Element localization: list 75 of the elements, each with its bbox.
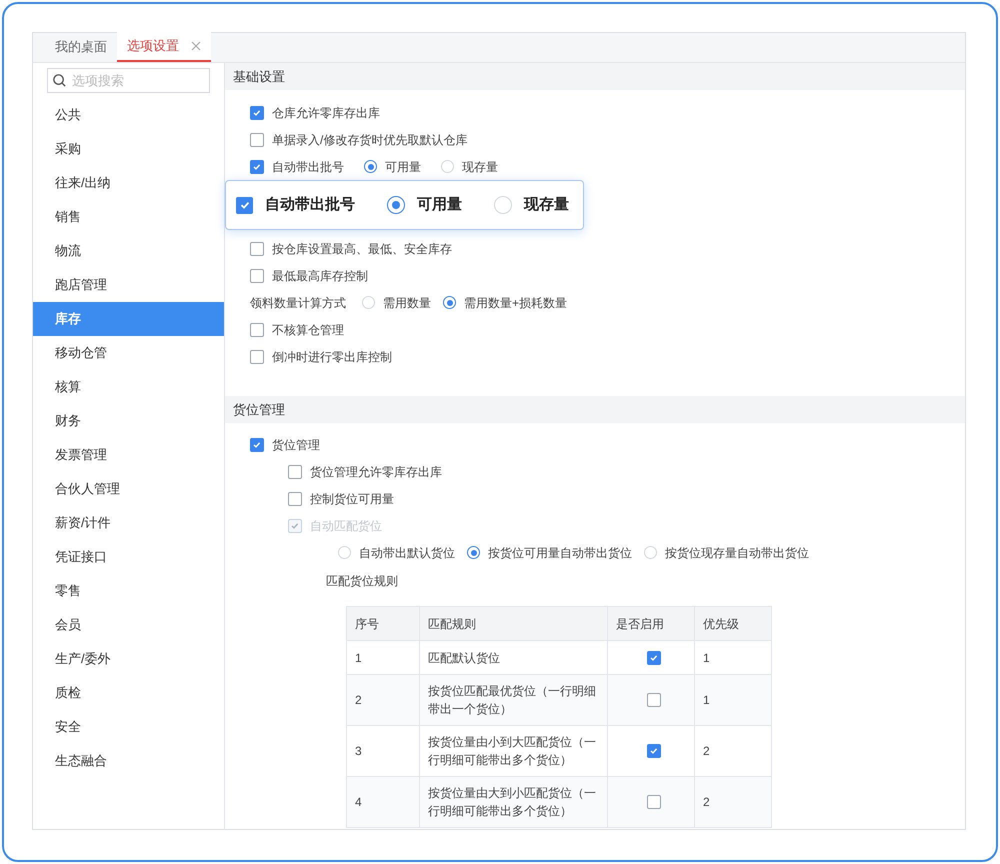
sidebar-item[interactable]: 物流 [33, 234, 224, 268]
sidebar-item[interactable]: 往来/出纳 [33, 166, 224, 200]
sidebar-item[interactable]: 生产/委外 [33, 642, 224, 676]
column-header: 匹配规则 [420, 606, 608, 640]
option-label: 自动带出默认货位 [359, 544, 455, 562]
checkbox[interactable] [250, 106, 264, 120]
section-header: 货位管理 [225, 396, 965, 423]
option-label: 按货位可用量自动带出货位 [488, 544, 632, 562]
option-label: 需用数量+损耗数量 [464, 294, 568, 312]
radio-button[interactable] [443, 296, 456, 309]
sidebar-item[interactable]: 薪资/计件 [33, 506, 224, 540]
checkbox[interactable] [288, 464, 302, 478]
option-label: 倒冲时进行零出库控制 [272, 348, 392, 366]
search-icon [52, 73, 67, 88]
check-icon [252, 162, 262, 172]
check-icon [252, 108, 262, 118]
sidebar-item[interactable]: 核算 [33, 370, 224, 404]
option-label: 按货位现存量自动带出货位 [665, 544, 809, 562]
option-label: 最低最高库存控制 [272, 268, 368, 284]
sidebar-item[interactable]: 安全 [33, 710, 224, 744]
option-label: 按仓库设置最高、最低、安全库存 [272, 240, 452, 258]
check-icon [238, 199, 250, 211]
option-label: 领料数量计算方式 [250, 294, 346, 312]
tab[interactable]: 我的桌面 [45, 32, 117, 62]
option-label: 不核算仓管理 [272, 322, 344, 338]
option-label: 控制货位可用量 [310, 490, 394, 508]
sidebar-item[interactable]: 采购 [33, 132, 224, 166]
option-label: 自动带出批号 [272, 158, 344, 176]
tab[interactable]: 选项设置 [117, 32, 211, 62]
sidebar-item[interactable]: 公共 [33, 98, 224, 132]
radio-button[interactable] [387, 196, 405, 214]
option-label: 现存量 [462, 158, 498, 176]
sidebar-item[interactable]: 零售 [33, 574, 224, 608]
checkbox[interactable] [250, 132, 264, 146]
table-cell: 按货位量由大到小匹配货位（一行明细可能带出多个货位） [420, 776, 608, 828]
sidebar-item[interactable]: 会员 [33, 608, 224, 642]
checkbox[interactable] [250, 242, 264, 256]
option-label: 现存量 [524, 194, 569, 215]
option-label: 需用数量 [383, 294, 431, 312]
option-label: 可用量 [385, 158, 421, 176]
option-label: 单据录入/修改存货时优先取默认仓库 [272, 132, 468, 148]
close-icon[interactable] [191, 41, 201, 51]
check-icon [252, 440, 262, 450]
option-label: 自动匹配货位 [310, 518, 382, 534]
check-icon [649, 746, 659, 756]
section-header: 基础设置 [225, 63, 965, 90]
check-icon [290, 520, 300, 530]
check-icon [649, 652, 659, 662]
sidebar-item[interactable]: 合伙人管理 [33, 472, 224, 506]
option-label: 仓库允许零库存出库 [272, 104, 380, 122]
sidebar-item[interactable]: 发票管理 [33, 438, 224, 472]
checkbox[interactable] [250, 160, 264, 174]
column-header: 序号 [346, 606, 420, 640]
sidebar-item[interactable]: 凭证接口 [33, 540, 224, 574]
radio-button[interactable] [364, 160, 377, 173]
checkbox[interactable] [288, 492, 302, 506]
checkbox[interactable] [250, 350, 264, 364]
sidebar-item[interactable]: 移动仓管 [33, 336, 224, 370]
checkbox[interactable] [250, 322, 264, 336]
checkbox[interactable] [236, 196, 253, 214]
sidebar-item[interactable]: 销售 [33, 200, 224, 234]
option-label: 自动带出批号 [265, 194, 355, 215]
rule-heading: 匹配货位规则 [326, 573, 398, 590]
checkbox[interactable] [250, 438, 264, 452]
option-label: 可用量 [417, 194, 462, 215]
option-label: 货位管理允许零库存出库 [310, 464, 442, 480]
search-field[interactable]: 选项搜索 [47, 68, 210, 93]
sidebar-item[interactable]: 质检 [33, 676, 224, 710]
sidebar-item[interactable]: 生态融合 [33, 744, 224, 778]
sidebar-item[interactable]: 跑店管理 [33, 268, 224, 302]
sidebar-item[interactable]: 财务 [33, 404, 224, 438]
option-label: 货位管理 [272, 436, 320, 454]
table-cell: 2 [694, 776, 772, 828]
table-cell: 4 [346, 776, 420, 828]
checkbox[interactable] [250, 268, 264, 282]
